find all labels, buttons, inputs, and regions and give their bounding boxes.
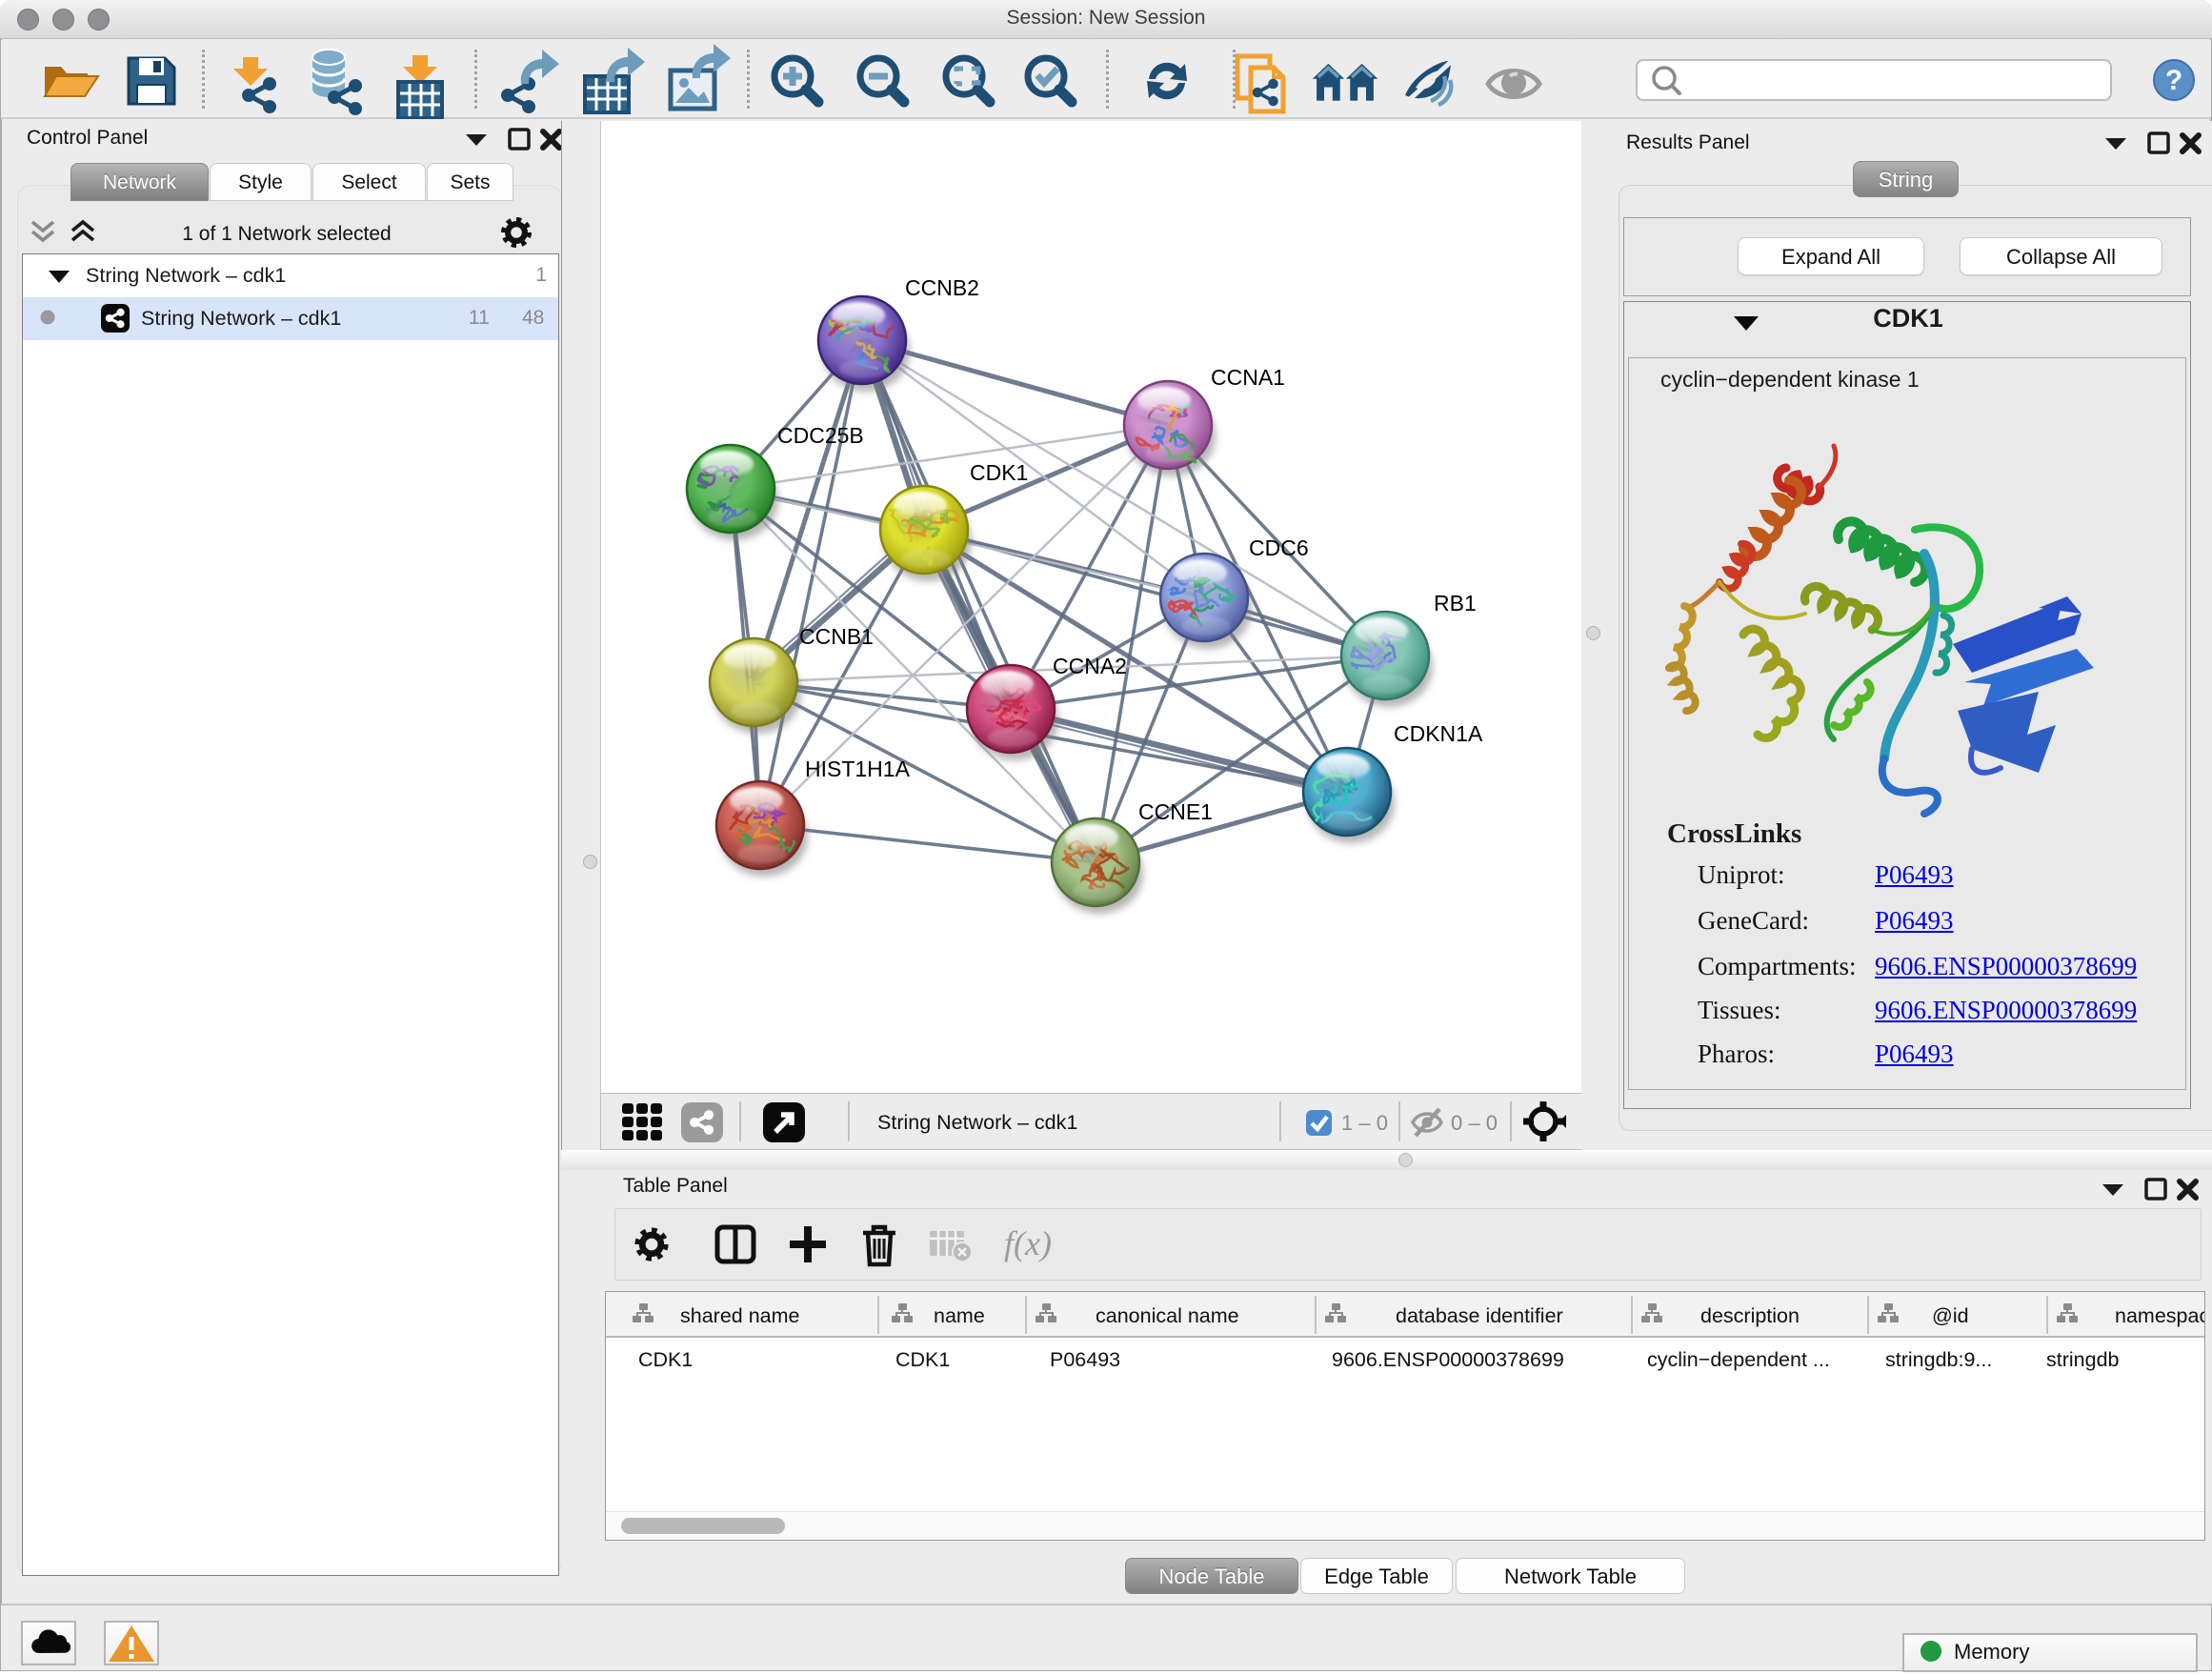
- svg-text:HIST1H1A: HIST1H1A: [805, 757, 911, 781]
- svg-text:CDC6: CDC6: [1249, 535, 1309, 560]
- svg-text:CCNA2: CCNA2: [1053, 654, 1127, 678]
- svg-text:9606.ENSP00000378699: 9606.ENSP00000378699: [1332, 1348, 1564, 1371]
- svg-text:P06493: P06493: [1050, 1348, 1120, 1371]
- svg-text:CDK1: CDK1: [895, 1348, 950, 1371]
- svg-text:name: name: [934, 1304, 985, 1327]
- svg-text:Memory: Memory: [1954, 1640, 2029, 1664]
- svg-text:CDK1: CDK1: [970, 460, 1028, 485]
- svg-text:stringdb:9...: stringdb:9...: [1885, 1348, 1992, 1371]
- svg-text:CCNB1: CCNB1: [799, 624, 874, 649]
- svg-text:cyclin−dependent ...: cyclin−dependent ...: [1647, 1348, 1830, 1371]
- svg-text:namespac: namespac: [2115, 1304, 2204, 1327]
- svg-text:CDK1: CDK1: [638, 1348, 693, 1371]
- svg-text:database identifier: database identifier: [1396, 1304, 1563, 1327]
- svg-text:CCNB2: CCNB2: [905, 275, 979, 300]
- svg-text:CCNE1: CCNE1: [1138, 799, 1213, 824]
- svg-text:?: ?: [2165, 65, 2182, 96]
- svg-text:RB1: RB1: [1434, 591, 1477, 616]
- svg-text:CCNA1: CCNA1: [1211, 365, 1285, 390]
- svg-text:stringdb: stringdb: [2046, 1348, 2120, 1371]
- svg-text:f(x): f(x): [1004, 1224, 1052, 1262]
- svg-text:@id: @id: [1932, 1304, 1969, 1327]
- svg-text:description: description: [1700, 1304, 1800, 1327]
- svg-text:canonical name: canonical name: [1096, 1304, 1239, 1327]
- svg-text:String Network – cdk1: String Network – cdk1: [877, 1111, 1077, 1134]
- svg-text:shared name: shared name: [680, 1304, 800, 1327]
- svg-text:CDKN1A: CDKN1A: [1394, 721, 1483, 746]
- svg-text:CDC25B: CDC25B: [777, 423, 864, 448]
- svg-text:1 – 0: 1 – 0: [1341, 1111, 1388, 1135]
- svg-text:0 – 0: 0 – 0: [1451, 1111, 1498, 1135]
